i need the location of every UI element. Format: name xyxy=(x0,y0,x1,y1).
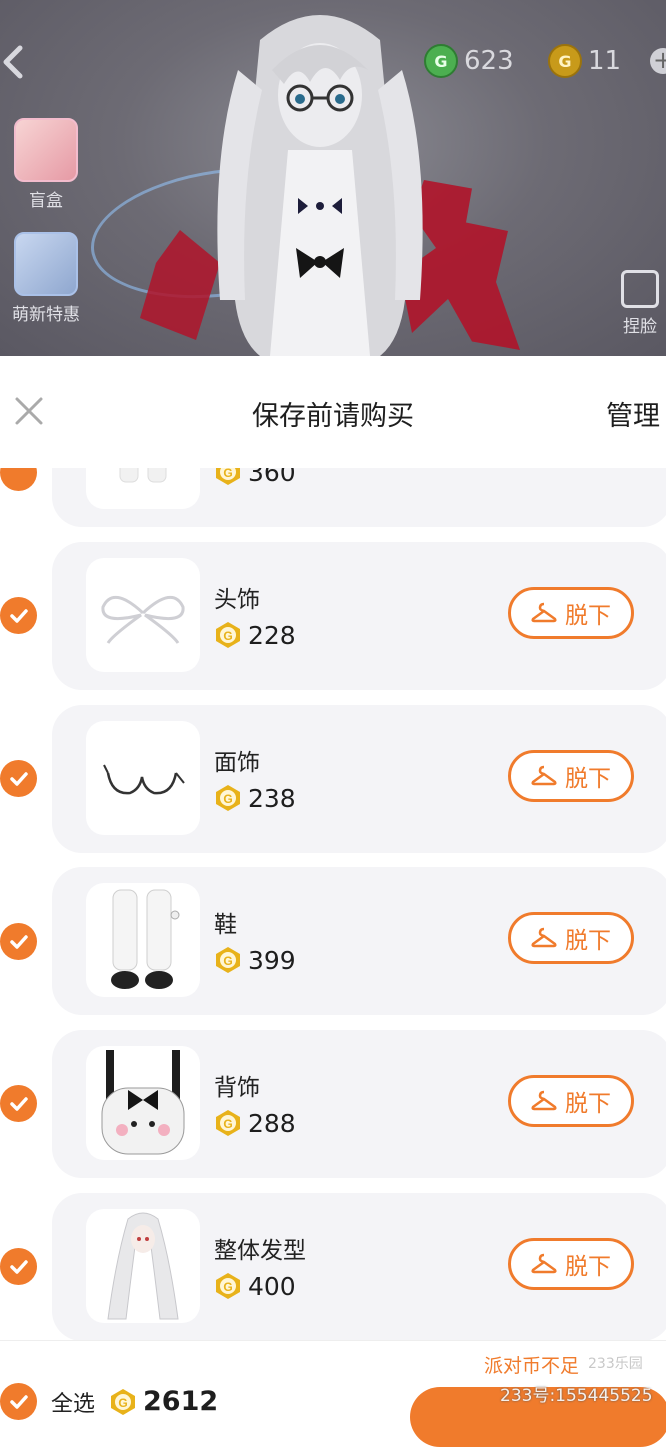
check-icon xyxy=(9,608,28,623)
gold-coin-amount: 11 xyxy=(588,46,622,76)
item-price-value: 399 xyxy=(248,945,296,975)
item-thumbnail xyxy=(86,1046,200,1160)
item-thumbnail xyxy=(86,721,200,835)
check-icon xyxy=(9,1259,28,1274)
svg-text:G: G xyxy=(223,466,232,480)
hanger-icon xyxy=(531,927,557,948)
gold-coin-icon: G xyxy=(216,622,240,648)
select-all-control[interactable]: 全选 G 2612 xyxy=(0,1383,218,1420)
svg-text:G: G xyxy=(118,1396,127,1410)
item-checkbox[interactable] xyxy=(0,760,37,797)
check-icon xyxy=(9,1394,28,1409)
checkout-bar: 派对币不足 全选 G 2612 233号:155445525 233乐园 xyxy=(0,1340,666,1447)
select-all-checkbox[interactable] xyxy=(0,1383,37,1420)
remove-label: 脱下 xyxy=(565,928,611,954)
item-name: 鞋 xyxy=(214,912,237,938)
svg-text:G: G xyxy=(223,629,232,643)
total-price: G 2612 xyxy=(109,1386,218,1417)
remove-label: 脱下 xyxy=(565,766,611,792)
gift-box-icon xyxy=(14,118,78,182)
item-price-value: 400 xyxy=(248,1271,296,1301)
svg-text:G: G xyxy=(223,792,232,806)
item-checkbox[interactable] xyxy=(0,1248,37,1285)
item-checkbox[interactable] xyxy=(0,1085,37,1122)
svg-text:G: G xyxy=(223,954,232,968)
sheet-header: 保存前请购买 管理 xyxy=(0,356,666,468)
item-name: 头饰 xyxy=(214,587,260,613)
gold-coin-icon: G xyxy=(111,1388,136,1415)
check-icon xyxy=(9,934,28,949)
party-coin-balance: G 623 xyxy=(424,44,514,78)
svg-text:G: G xyxy=(223,1280,232,1294)
item-checkbox[interactable] xyxy=(0,597,37,634)
check-icon xyxy=(9,771,28,786)
item-price-value: 288 xyxy=(248,1108,296,1138)
gold-coin-icon: G xyxy=(216,785,240,811)
back-icon[interactable] xyxy=(0,40,30,84)
side-entry-face-edit[interactable]: 捏脸 xyxy=(610,270,666,337)
hanger-icon xyxy=(531,765,557,786)
hanger-icon xyxy=(531,1090,557,1111)
gold-coin-icon: G xyxy=(216,1273,240,1299)
gold-coin-icon: G xyxy=(216,947,240,973)
edit-icon xyxy=(621,270,659,308)
check-icon xyxy=(9,1096,28,1111)
svg-text:G: G xyxy=(223,1117,232,1131)
item-name: 整体发型 xyxy=(214,1238,306,1264)
remove-button[interactable]: 脱下 xyxy=(508,1075,634,1127)
hanger-icon xyxy=(531,1253,557,1274)
sheet-title: 保存前请购买 xyxy=(252,401,414,432)
side-entry-blind-box[interactable]: 盲盒 xyxy=(6,118,86,211)
list-item[interactable]: 鞋 G 399 脱下 xyxy=(52,867,666,1015)
promo-image xyxy=(14,232,78,296)
remove-button[interactable]: 脱下 xyxy=(508,912,634,964)
item-price: G 400 xyxy=(214,1269,296,1303)
item-thumbnail xyxy=(86,1209,200,1323)
item-name: 背饰 xyxy=(214,1075,260,1101)
watermark-user-id: 233号:155445525 xyxy=(500,1386,653,1406)
item-thumbnail xyxy=(86,883,200,997)
remove-label: 脱下 xyxy=(565,603,611,629)
insufficient-coins-notice: 派对币不足 xyxy=(484,1355,580,1377)
avatar-scene: G 623 G 11 + 盲盒 萌新特惠 捏脸 xyxy=(0,0,666,356)
item-price-value: 228 xyxy=(248,620,296,650)
manage-button[interactable]: 管理 xyxy=(606,394,660,433)
list-item[interactable]: 面饰 G 238 脱下 xyxy=(52,705,666,853)
party-coin-amount: 623 xyxy=(464,46,514,76)
hanger-icon xyxy=(531,602,557,623)
list-item[interactable]: 整体发型 G 400 脱下 xyxy=(52,1193,666,1341)
side-entry-label: 捏脸 xyxy=(623,317,657,337)
list-item[interactable]: 背饰 G 288 脱下 xyxy=(52,1030,666,1178)
side-entry-label: 盲盒 xyxy=(29,191,63,211)
remove-label: 脱下 xyxy=(565,1091,611,1117)
remove-label: 脱下 xyxy=(565,1254,611,1280)
side-entry-label: 萌新特惠 xyxy=(12,305,80,325)
gold-coin-balance: G 11 xyxy=(548,44,621,78)
item-name: 面饰 xyxy=(214,750,260,776)
remove-button[interactable]: 脱下 xyxy=(508,587,634,639)
list-item[interactable]: 头饰 G 228 脱下 xyxy=(52,542,666,690)
green-coin-icon: G xyxy=(424,44,458,78)
side-entry-newbie-offer[interactable]: 萌新特惠 xyxy=(6,232,86,325)
watermark-logo: 233乐园 xyxy=(588,1356,643,1372)
item-price: G 288 xyxy=(214,1106,296,1140)
avatar-character[interactable] xyxy=(200,0,440,356)
item-thumbnail xyxy=(86,558,200,672)
item-price: G 228 xyxy=(214,618,296,652)
gold-coin-icon: G xyxy=(216,1110,240,1136)
select-all-label: 全选 xyxy=(51,1391,96,1417)
item-price: G 399 xyxy=(214,943,296,977)
remove-button[interactable]: 脱下 xyxy=(508,750,634,802)
remove-button[interactable]: 脱下 xyxy=(508,1238,634,1290)
purchase-sheet: 保存前请购买 管理 G 360 头饰 G 228 脱下 面饰 G 238 脱下 … xyxy=(0,356,666,1411)
gold-coin-icon: G xyxy=(548,44,582,78)
item-price: G 238 xyxy=(214,781,296,815)
add-currency-icon[interactable]: + xyxy=(650,48,666,74)
item-checkbox[interactable] xyxy=(0,923,37,960)
total-price-value: 2612 xyxy=(143,1386,219,1417)
item-price-value: 238 xyxy=(248,783,296,813)
